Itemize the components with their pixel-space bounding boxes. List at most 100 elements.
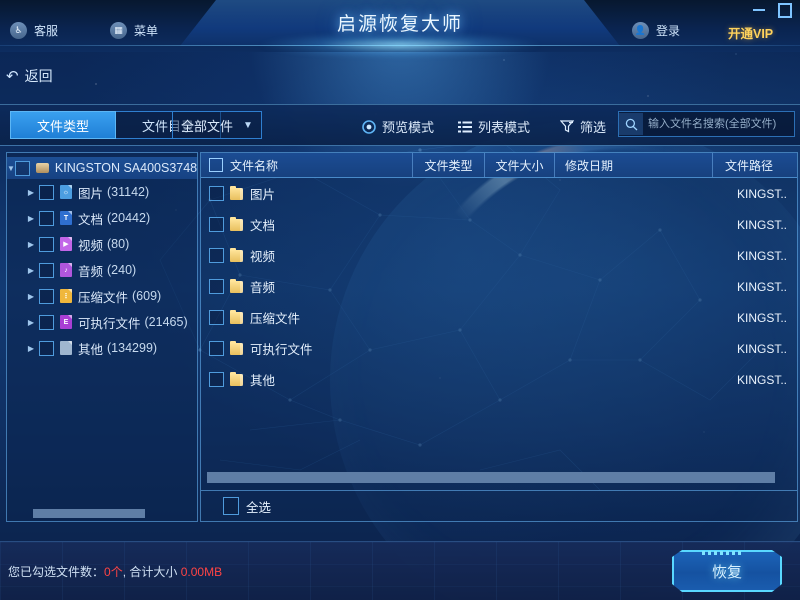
- tab-file-type[interactable]: 文件类型: [10, 111, 116, 139]
- table-row[interactable]: 图片 KINGST..: [201, 178, 797, 209]
- row-checkbox[interactable]: [209, 217, 224, 232]
- row-checkbox[interactable]: [209, 310, 224, 325]
- minimize-icon[interactable]: [752, 3, 766, 17]
- back-arrow-icon: ↶: [6, 68, 19, 85]
- login-button[interactable]: 👤 登录: [632, 22, 680, 39]
- tree-item-documents[interactable]: ▶ T 文档 (20442): [7, 205, 197, 231]
- tree-item-audio[interactable]: ▶ ♪ 音频 (240): [7, 257, 197, 283]
- row-checkbox[interactable]: [209, 372, 224, 387]
- list-mode-button[interactable]: 列表模式: [458, 117, 530, 136]
- audio-file-icon: ♪: [60, 263, 72, 277]
- table-row[interactable]: 可执行文件 KINGST..: [201, 333, 797, 364]
- recover-button[interactable]: 恢复: [672, 550, 782, 592]
- row-file-name: 视频: [250, 250, 276, 264]
- expand-caret-right-icon[interactable]: ▶: [23, 344, 39, 353]
- tree-item-others[interactable]: ▶ 其他 (134299): [7, 335, 197, 361]
- column-header-file-path[interactable]: 文件路径: [713, 153, 797, 177]
- row-name-cell: 文档: [201, 215, 413, 234]
- audio-checkbox[interactable]: [39, 262, 54, 278]
- column-header-modified-date[interactable]: 修改日期: [555, 153, 713, 177]
- archives-label: 压缩文件: [78, 290, 129, 305]
- row-checkbox[interactable]: [209, 186, 224, 201]
- others-count: (134299): [107, 341, 158, 355]
- tree-item-executables[interactable]: ▶ E 可执行文件 (21465): [7, 309, 197, 335]
- expand-caret-right-icon[interactable]: ▶: [23, 188, 39, 197]
- row-name-cell: 其他: [201, 370, 413, 389]
- executables-checkbox[interactable]: [39, 314, 54, 330]
- column-header-file-name[interactable]: 文件名称: [201, 153, 413, 177]
- folder-icon: [230, 247, 243, 262]
- filter-button[interactable]: 筛选: [560, 117, 606, 136]
- customer-service-button[interactable]: ♿ 客服: [10, 22, 58, 39]
- documents-checkbox[interactable]: [39, 210, 54, 226]
- expand-caret-right-icon[interactable]: ▶: [23, 240, 39, 249]
- selection-status: 您已勾选文件数：0个, 合计大小 0.00MB: [8, 563, 222, 580]
- videos-checkbox[interactable]: [39, 236, 54, 252]
- status-selected-count: 0个: [104, 565, 123, 579]
- table-row[interactable]: 视频 KINGST..: [201, 240, 797, 271]
- user-avatar-icon: 👤: [632, 22, 649, 39]
- expand-caret-right-icon[interactable]: ▶: [23, 266, 39, 275]
- preview-mode-button[interactable]: 预览模式: [362, 117, 434, 136]
- expand-caret-right-icon[interactable]: ▶: [23, 292, 39, 301]
- row-path-cell: KINGST..: [736, 186, 787, 201]
- customer-service-label: 客服: [34, 24, 59, 38]
- header-select-checkbox[interactable]: [209, 158, 223, 172]
- file-tree-panel: ▼ KINGSTON SA400S3748 ▶ ☼ 图片 (31142) ▶ T…: [6, 152, 198, 522]
- file-filter-select[interactable]: 全部文件 ▼: [172, 111, 262, 139]
- expand-caret-right-icon[interactable]: ▶: [23, 214, 39, 223]
- row-checkbox[interactable]: [209, 248, 224, 263]
- tree-item-images[interactable]: ▶ ☼ 图片 (31142): [7, 179, 197, 205]
- column-header-file-type[interactable]: 文件类型: [413, 153, 485, 177]
- expand-caret-down-icon[interactable]: ▼: [7, 164, 15, 173]
- tree-item-videos[interactable]: ▶ ▶ 视频 (80): [7, 231, 197, 257]
- row-checkbox[interactable]: [209, 341, 224, 356]
- page-title: 启源恢复大师: [336, 14, 464, 35]
- images-checkbox[interactable]: [39, 184, 54, 200]
- row-name-cell: 压缩文件: [201, 308, 413, 327]
- executables-label: 可执行文件: [78, 316, 141, 331]
- activate-vip-button[interactable]: 开通VIP: [728, 23, 773, 42]
- folder-icon: [230, 340, 243, 355]
- archive-file-icon: ⋮: [60, 289, 72, 303]
- expand-caret-right-icon[interactable]: ▶: [23, 318, 39, 327]
- drive-checkbox[interactable]: [14, 160, 30, 176]
- row-file-name: 可执行文件: [250, 343, 313, 357]
- menu-button[interactable]: ▦ 菜单: [110, 22, 158, 39]
- drive-label: KINGSTON SA400S3748: [54, 161, 198, 175]
- row-checkbox[interactable]: [209, 279, 224, 294]
- document-file-icon: T: [60, 211, 72, 225]
- recover-button-label: 恢复: [711, 563, 742, 581]
- tree-item-drive-root[interactable]: ▼ KINGSTON SA400S3748: [7, 157, 197, 179]
- tree-horizontal-scrollbar[interactable]: [33, 509, 145, 518]
- tree-item-archives[interactable]: ▶ ⋮ 压缩文件 (609): [7, 283, 197, 309]
- back-button[interactable]: ↶ 返回: [6, 66, 53, 86]
- list-mode-label: 列表模式: [478, 120, 531, 135]
- select-all-row[interactable]: 全选: [201, 490, 797, 521]
- maximize-icon[interactable]: [778, 2, 792, 18]
- table-horizontal-scrollbar[interactable]: [207, 472, 775, 483]
- archives-checkbox[interactable]: [39, 288, 54, 304]
- select-all-label: 全选: [246, 500, 272, 515]
- table-row[interactable]: 音频 KINGST..: [201, 271, 797, 302]
- table-row[interactable]: 文档 KINGST..: [201, 209, 797, 240]
- search-box[interactable]: [618, 111, 795, 137]
- audio-count: (240): [107, 263, 137, 277]
- table-row[interactable]: 其他 KINGST..: [201, 364, 797, 395]
- status-total-size: 0.00MB: [180, 565, 223, 579]
- table-row[interactable]: 压缩文件 KINGST..: [201, 302, 797, 333]
- images-count: (31142): [107, 185, 150, 199]
- folder-icon: [230, 216, 243, 231]
- search-input[interactable]: [643, 113, 794, 135]
- row-file-name: 压缩文件: [250, 312, 301, 326]
- column-header-file-size[interactable]: 文件大小: [485, 153, 555, 177]
- documents-count: (20442): [107, 211, 151, 225]
- file-table-panel: 文件名称 文件类型 文件大小 修改日期 文件路径 图片 KINGST.. 文档 …: [200, 152, 798, 522]
- others-checkbox[interactable]: [39, 340, 54, 356]
- grid-icon: ▦: [110, 22, 127, 39]
- select-all-checkbox[interactable]: [223, 497, 239, 515]
- list-icon: [458, 121, 472, 133]
- back-label: 返回: [24, 68, 53, 84]
- row-file-name: 其他: [250, 374, 276, 388]
- status-bar: 您已勾选文件数：0个, 合计大小 0.00MB 恢复: [0, 541, 800, 600]
